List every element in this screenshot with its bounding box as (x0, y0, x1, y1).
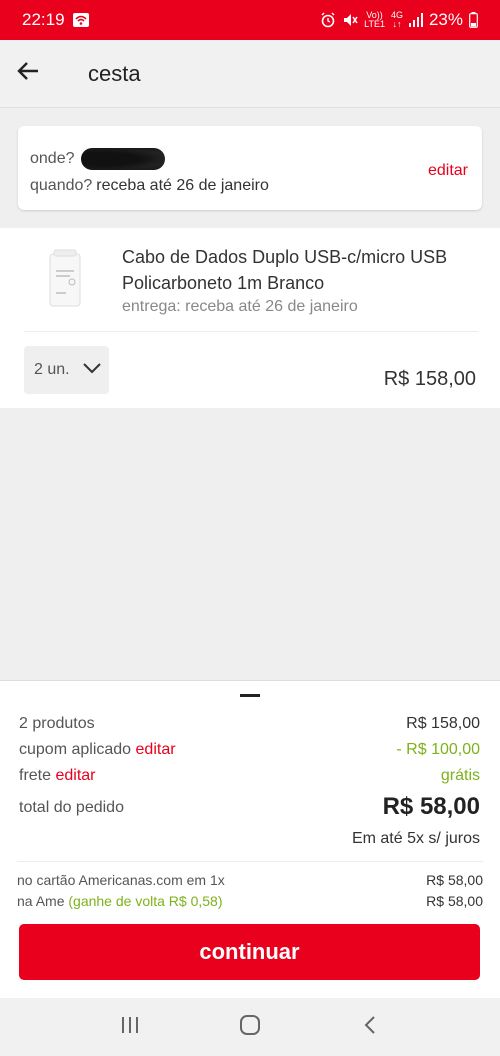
network-indicator: 4G ↓↑ (390, 10, 403, 29)
battery-percent: 23% (428, 10, 463, 29)
delivery-card: onde? quando? receba até 26 de janeiro ed… (18, 126, 482, 210)
product-delivery: entrega: receba até 26 de janeiro (122, 298, 358, 315)
home-icon (239, 1014, 261, 1041)
quantity-select[interactable]: 2 un. (24, 346, 109, 394)
back-icon (363, 1015, 377, 1040)
card-label: no cartão Americanas.com em 1x (17, 872, 225, 888)
page-title: cesta (88, 60, 141, 86)
recents-icon (120, 1016, 140, 1039)
wifi-icon (72, 13, 89, 27)
ame-cashback: (ganhe de volta R$ 0,58) (68, 893, 223, 909)
total-label: total do pedido (19, 799, 124, 816)
coupon-value: - R$ 100,00 (396, 741, 480, 758)
coupon-row: cupom aplicado editar - R$ 100,00 (19, 741, 480, 759)
status-time: 22:19 (22, 10, 65, 29)
shipping-value: grátis (440, 767, 480, 784)
mute-icon (342, 12, 358, 28)
signal-icon (408, 13, 423, 27)
edit-coupon-link[interactable]: editar (136, 741, 176, 758)
sheet-handle[interactable] (240, 694, 260, 697)
shipping-row: frete editar grátis (19, 767, 480, 785)
shipping-label: frete (19, 767, 52, 784)
divider (24, 331, 478, 332)
ame-label: na Ame (17, 893, 65, 909)
ame-value: R$ 58,00 (426, 893, 483, 909)
when-label: quando? (30, 177, 93, 194)
recents-button[interactable] (100, 1007, 160, 1047)
order-summary: 2 produtos R$ 158,00 cupom aplicado edit… (0, 680, 500, 998)
home-button[interactable] (220, 1007, 280, 1047)
redacted-address (80, 148, 165, 170)
alarm-icon (320, 12, 336, 28)
product-price: R$ 158,00 (383, 368, 476, 390)
total-value: R$ 58,00 (382, 793, 480, 820)
products-row: 2 produtos R$ 158,00 (19, 715, 480, 733)
system-nav-bar (0, 998, 500, 1056)
coupon-label: cupom aplicado (19, 741, 132, 758)
volte-indicator: Vo)) LTE1 (364, 10, 385, 29)
products-value: R$ 158,00 (406, 715, 480, 732)
cart-item: Cabo de Dados Duplo USB-c/micro USB Poli… (0, 228, 500, 408)
back-arrow-icon (17, 61, 39, 86)
divider (17, 861, 483, 862)
when-value: receba até 26 de janeiro (96, 177, 269, 194)
total-row: total do pedido R$ 58,00 (19, 793, 480, 821)
delivery-address-row: onde? (30, 148, 165, 170)
ame-payment-row: na Ame (ganhe de volta R$ 0,58) R$ 58,00 (17, 893, 483, 909)
edit-delivery-link[interactable]: editar (428, 162, 468, 180)
chevron-down-icon (70, 361, 102, 379)
back-button[interactable] (0, 40, 56, 108)
continue-button[interactable]: continuar (19, 924, 480, 980)
delivery-date-row: quando? receba até 26 de janeiro (30, 177, 269, 195)
installments-text: Em até 5x s/ juros (351, 830, 480, 847)
edit-shipping-link[interactable]: editar (55, 767, 95, 784)
quantity-value: 2 un. (34, 361, 70, 378)
app-bar: cesta (0, 40, 500, 108)
where-label: onde? (30, 150, 75, 167)
battery-icon (469, 12, 478, 28)
card-value: R$ 58,00 (426, 872, 483, 888)
products-label: 2 produtos (19, 715, 95, 732)
card-payment-row: no cartão Americanas.com em 1x R$ 58,00 (17, 872, 483, 888)
product-name[interactable]: Cabo de Dados Duplo USB-c/micro USB Poli… (122, 244, 462, 296)
system-back-button[interactable] (340, 1007, 400, 1047)
product-image[interactable] (40, 248, 90, 312)
status-bar: 22:19 Vo)) LTE1 4G ↓↑ 23% (0, 0, 500, 40)
